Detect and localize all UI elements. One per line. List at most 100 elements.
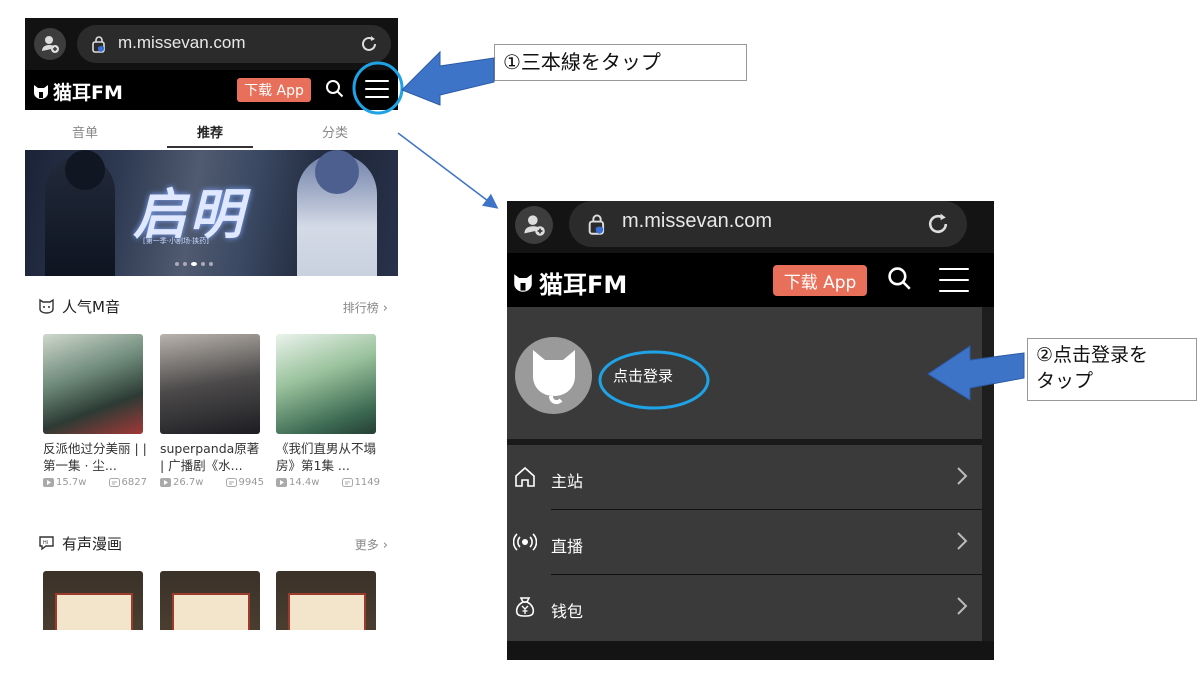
audio-card[interactable]: 《我们直男从不塌房》第1集 ... 14.4w 1149 xyxy=(276,334,380,488)
manga-cover-image xyxy=(160,571,260,630)
manga-cover-image xyxy=(276,571,376,630)
card-title: superpanda原著 | 广播剧《水... xyxy=(160,441,260,473)
ranking-link[interactable]: 排行榜 › xyxy=(343,299,388,316)
popular-section-title: 人气M音 xyxy=(62,298,120,316)
more-link[interactable]: 更多 › xyxy=(355,536,388,553)
dark-footer xyxy=(507,641,994,660)
card-stats: 26.7w 9945 xyxy=(160,477,264,488)
comment-count: 1149 xyxy=(341,477,380,488)
comment-count: 6827 xyxy=(108,477,147,488)
right-phone-screenshot: m.missevan.com 猫耳FM 下载 App 点击登录 主站 直播 钱包 xyxy=(507,201,994,660)
tab-category[interactable]: 分类 xyxy=(305,122,365,141)
browser-profile-icon[interactable] xyxy=(515,206,553,244)
chat-bubble-icon: Hi xyxy=(38,535,55,555)
play-count: 15.7w xyxy=(43,477,86,488)
menu-item-live[interactable]: 直播 xyxy=(507,510,982,575)
step2-callout-line2: タップ xyxy=(1036,370,1094,392)
cat-face-icon xyxy=(38,298,55,318)
svg-text:Hi: Hi xyxy=(43,540,48,546)
manga-section-title: 有声漫画 xyxy=(62,535,123,553)
tab-bar: 音单 推荐 分类 xyxy=(25,110,398,150)
active-tab-indicator xyxy=(167,146,253,148)
cover-image xyxy=(160,334,260,434)
step1-callout: ①三本線をタップ xyxy=(494,44,747,81)
cat-logo-icon xyxy=(34,84,48,99)
play-icon xyxy=(43,478,54,487)
reload-icon[interactable] xyxy=(925,211,951,241)
login-link[interactable]: 点击登录 xyxy=(613,365,673,386)
play-count: 14.4w xyxy=(276,477,319,488)
step2-callout-line1: ②点击登录を xyxy=(1036,344,1149,366)
chevron-right-icon xyxy=(956,531,968,555)
comment-count: 9945 xyxy=(225,477,264,488)
banner-character-left-head xyxy=(65,150,105,190)
chevron-right-icon xyxy=(956,466,968,490)
play-icon xyxy=(276,478,287,487)
screen-edge xyxy=(982,307,994,641)
play-count: 26.7w xyxy=(160,477,203,488)
chevron-right-icon: › xyxy=(382,301,388,316)
danmaku-icon xyxy=(341,478,353,487)
cover-image xyxy=(276,334,376,434)
audio-card[interactable]: 反派他过分美丽 | | 第一集 · 尘... 15.7w 6827 xyxy=(43,334,147,488)
app-name: 猫耳FM xyxy=(539,271,628,299)
url-text: m.missevan.com xyxy=(118,33,246,52)
download-app-button[interactable]: 下载 App xyxy=(773,265,867,296)
tab-recommend[interactable]: 推荐 xyxy=(180,122,240,141)
cover-image xyxy=(43,334,143,434)
search-icon[interactable] xyxy=(887,266,913,296)
reload-icon[interactable] xyxy=(359,34,379,58)
card-stats: 14.4w 1149 xyxy=(276,477,380,488)
ranking-link-label: 排行榜 xyxy=(342,301,379,315)
more-link-label: 更多 xyxy=(354,538,379,552)
tab-playlist[interactable]: 音单 xyxy=(55,122,115,141)
manga-card[interactable] xyxy=(43,571,145,630)
popular-section-header: 人气M音 排行榜 › xyxy=(38,296,388,318)
download-app-button[interactable]: 下载 App xyxy=(237,78,311,102)
manga-card[interactable] xyxy=(276,571,378,630)
lock-icon xyxy=(587,213,607,239)
money-bag-icon xyxy=(513,595,537,619)
manga-section-header: Hi 有声漫画 更多 › xyxy=(38,533,388,555)
card-title: 反派他过分美丽 | | 第一集 · 尘... xyxy=(43,441,147,473)
left-phone-screenshot: m.missevan.com 猫耳FM 下载 App 音单 推荐 分类 启明 [… xyxy=(25,18,398,630)
app-logo[interactable]: 猫耳FM xyxy=(33,78,123,105)
home-icon xyxy=(513,465,537,489)
block-arrow-step1 xyxy=(401,50,495,106)
app-logo[interactable]: 猫耳FM xyxy=(513,265,627,300)
menu-item-label: 直播 xyxy=(551,537,584,556)
app-header: 猫耳FM 下载 App xyxy=(507,253,994,307)
browser-url-bar: m.missevan.com xyxy=(507,201,994,253)
url-text: m.missevan.com xyxy=(622,210,773,232)
hamburger-menu-icon[interactable] xyxy=(365,78,389,100)
card-title: 《我们直男从不塌房》第1集 ... xyxy=(276,441,377,473)
banner-subtitle: [第一季·小剧场·挟药] xyxy=(143,237,209,245)
audio-card[interactable]: superpanda原著 | 广播剧《水... 26.7w 9945 xyxy=(160,334,264,488)
address-field[interactable]: m.missevan.com xyxy=(569,201,967,247)
connector-arrow xyxy=(397,132,499,209)
card-stats: 15.7w 6827 xyxy=(43,477,147,488)
danmaku-icon xyxy=(225,478,237,487)
chevron-right-icon: › xyxy=(382,538,388,553)
banner-character-right-head xyxy=(315,150,359,194)
search-icon[interactable] xyxy=(325,79,345,103)
manga-cover-image xyxy=(43,571,143,630)
step2-callout: ②点击登录を タップ xyxy=(1027,338,1197,401)
menu-item-main-site[interactable]: 主站 xyxy=(507,445,982,510)
avatar[interactable] xyxy=(515,337,592,414)
banner-pagination xyxy=(175,262,213,266)
danmaku-icon xyxy=(108,478,120,487)
chevron-right-icon xyxy=(956,596,968,620)
app-name: 猫耳FM xyxy=(53,82,123,104)
menu-item-label: 主站 xyxy=(551,472,584,491)
browser-profile-icon[interactable] xyxy=(34,28,66,60)
menu-item-wallet[interactable]: 钱包 xyxy=(507,575,982,640)
address-field[interactable]: m.missevan.com xyxy=(77,25,391,63)
app-header: 猫耳FM 下载 App xyxy=(25,70,398,110)
browser-url-bar: m.missevan.com xyxy=(25,18,398,70)
lock-icon xyxy=(91,35,107,57)
play-icon xyxy=(160,478,171,487)
promo-banner[interactable]: 启明 [第一季·小剧场·挟药] xyxy=(25,150,398,276)
manga-card[interactable] xyxy=(160,571,262,630)
hamburger-menu-icon[interactable] xyxy=(939,266,969,294)
